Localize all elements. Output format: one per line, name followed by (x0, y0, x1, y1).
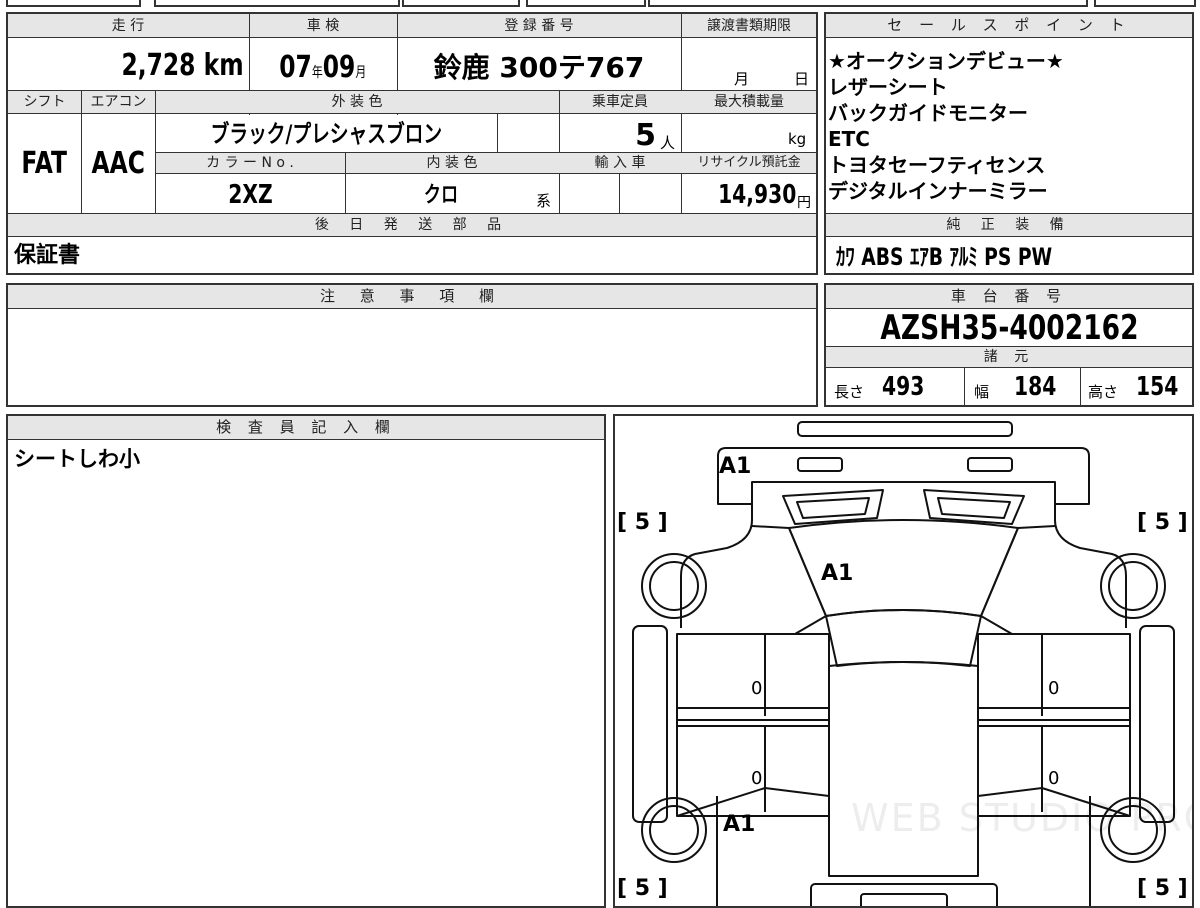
sales-points-list: ★オークションデビュー★ レザーシート バックガイドモニター ETC トヨタセー… (828, 48, 1192, 204)
door-front-right-mark: 0 (1048, 678, 1060, 699)
import-label: 輸 入 車 (594, 155, 646, 171)
mark-front-bumper: A1 (719, 454, 752, 479)
later-parts-label: 後 日 発 送 部 品 (314, 217, 510, 233)
length-value: 493 (882, 372, 925, 402)
length-label: 長さ (834, 383, 865, 401)
ac-label: エアコン (90, 94, 147, 110)
ac-value: AAC (91, 146, 146, 181)
tire-rear-right: [ 5 ] (1137, 876, 1188, 901)
notes-label: 注 意 事 項 欄 (8, 285, 816, 309)
recycle-unit: 円 (797, 195, 811, 211)
maxload-label: 最大積載量 (714, 94, 784, 110)
shaken-label: 車 検 (306, 18, 340, 34)
sales-point-item: バックガイドモニター (828, 101, 1028, 125)
inspector-value: シートしわ小 (14, 447, 140, 471)
tire-front-left: [ 5 ] (617, 510, 668, 535)
sales-points-box: セ ー ル ス ポ イ ン ト ★オークションデビュー★ レザーシート バックガ… (824, 12, 1194, 275)
capacity-value: 5 (635, 118, 656, 153)
width-label: 幅 (974, 383, 990, 401)
transfer-deadline-label: 譲渡書類期限 (707, 18, 791, 34)
tire-front-right: [ 5 ] (1137, 510, 1188, 535)
chassis-box: 車 台 番 号 AZSH35-4002162 諸 元 長さ 493 幅 184 … (824, 283, 1194, 407)
interior-color-unit: 系 (536, 192, 552, 210)
car-diagram-box: A1 A1 A1 [ 5 ] [ 5 ] [ 5 ] [ 5 ] 0 0 0 0… (613, 414, 1194, 908)
transfer-month-unit: 月 (734, 70, 750, 88)
later-parts-value: 保証書 (14, 243, 81, 268)
interior-color-value: クロ (423, 183, 459, 208)
chassis-label: 車 台 番 号 (826, 285, 1192, 309)
shaken-value: 07年09月 (279, 50, 367, 85)
color-no-value: 2XZ (227, 180, 273, 210)
color-no-label: カ ラ ー N o . (206, 155, 294, 171)
sales-point-item: レザーシート (828, 75, 948, 99)
equipment-value: ｶﾜ ABS ｴｱB ｱﾙﾐ PS PW (836, 243, 1053, 271)
capacity-label: 乗車定員 (592, 94, 648, 110)
door-rear-right-mark: 0 (1048, 768, 1060, 789)
mileage-label: 走 行 (111, 18, 145, 34)
mark-rear-left: A1 (723, 812, 756, 837)
watermark: WEB STUDIO PRO (851, 796, 1194, 840)
sales-point-item: トヨタセーフティセンス (828, 153, 1046, 177)
vehicle-info-table: 走 行 車 検 登 録 番 号 譲渡書類期限 2,728 km 07年09月 鈴… (6, 12, 818, 275)
sales-point-item: ★オークションデビュー★ (828, 49, 1064, 73)
door-rear-left-mark: 0 (751, 768, 763, 789)
capacity-unit: 人 (660, 134, 676, 152)
tire-rear-left: [ 5 ] (617, 876, 668, 901)
interior-color-label: 内 装 色 (426, 155, 478, 171)
maxload-unit: kg (788, 130, 807, 148)
recycle-value: 14,930 (717, 180, 796, 210)
equipment-label: 純 正 装 備 (946, 217, 1072, 233)
registration-label: 登 録 番 号 (504, 18, 574, 34)
sales-points-label: セ ー ル ス ポ イ ン ト (826, 14, 1192, 38)
shift-label: シフト (23, 94, 66, 110)
notes-box: 注 意 事 項 欄 (6, 283, 818, 407)
chassis-value: AZSH35-4002162 (879, 308, 1139, 348)
registration-value: 鈴鹿 300テ767 (433, 51, 645, 84)
exterior-color-value: ブラック/プレシャスブロン (210, 120, 442, 148)
inspector-box: 検 査 員 記 入 欄 シートしわ小 (6, 414, 606, 908)
shift-value: FAT (21, 146, 68, 181)
sales-point-item: ETC (828, 127, 870, 151)
width-value: 184 (1014, 372, 1057, 402)
height-label: 高さ (1088, 383, 1119, 401)
exterior-color-label: 外 装 色 (331, 94, 383, 110)
top-cutoff-strip (6, 0, 1196, 7)
height-value: 154 (1136, 372, 1179, 402)
recycle-label: リサイクル預託金 (697, 155, 801, 170)
transfer-day-unit: 日 (794, 70, 810, 88)
sales-point-item: デジタルインナーミラー (828, 179, 1048, 203)
specs-label: 諸 元 (983, 349, 1035, 365)
door-front-left-mark: 0 (751, 678, 763, 699)
mark-hood: A1 (821, 561, 854, 586)
inspector-label: 検 査 員 記 入 欄 (8, 416, 604, 440)
mileage-value: 2,728 km (121, 48, 244, 83)
